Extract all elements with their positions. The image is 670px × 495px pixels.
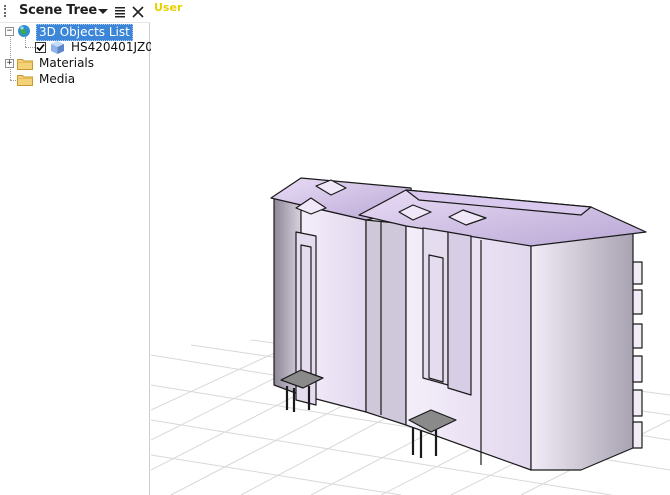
folder-icon xyxy=(17,75,33,86)
dropdown-arrow-icon[interactable] xyxy=(96,3,110,19)
cube-icon xyxy=(51,41,64,54)
folder-icon xyxy=(17,59,33,70)
panel-grip[interactable] xyxy=(4,5,8,17)
tree-label-model[interactable]: HS420401JZ0 xyxy=(69,40,155,55)
tree-label-materials[interactable]: Materials xyxy=(37,56,96,71)
tree-item-materials[interactable]: + Materials xyxy=(0,56,150,72)
tree-item-model[interactable]: HS420401JZ0 xyxy=(0,40,153,56)
panel-title: Scene Tree xyxy=(19,3,97,18)
tree-label-media[interactable]: Media xyxy=(37,72,77,87)
tree-label-3d-objects-list[interactable]: 3D Objects List xyxy=(36,24,133,41)
3d-viewport[interactable]: User xyxy=(151,0,670,495)
scene-tree-panel: Scene Tree − 3D Objects List HS420401JZ0… xyxy=(0,0,153,495)
panel-header: Scene Tree xyxy=(0,0,150,23)
expand-icon[interactable]: + xyxy=(5,59,14,68)
menu-lines-icon[interactable] xyxy=(113,3,127,19)
viewport-label: User xyxy=(154,1,183,14)
globe-icon xyxy=(18,25,30,37)
collapse-icon[interactable]: − xyxy=(5,27,14,36)
tree-item-media[interactable]: Media xyxy=(0,72,150,88)
scene-canvas[interactable] xyxy=(151,0,670,495)
building-model[interactable] xyxy=(270,177,647,471)
visibility-checkbox[interactable] xyxy=(35,42,46,53)
tree-item-3d-objects-list[interactable]: − 3D Objects List xyxy=(0,24,150,41)
close-icon[interactable] xyxy=(131,3,145,19)
